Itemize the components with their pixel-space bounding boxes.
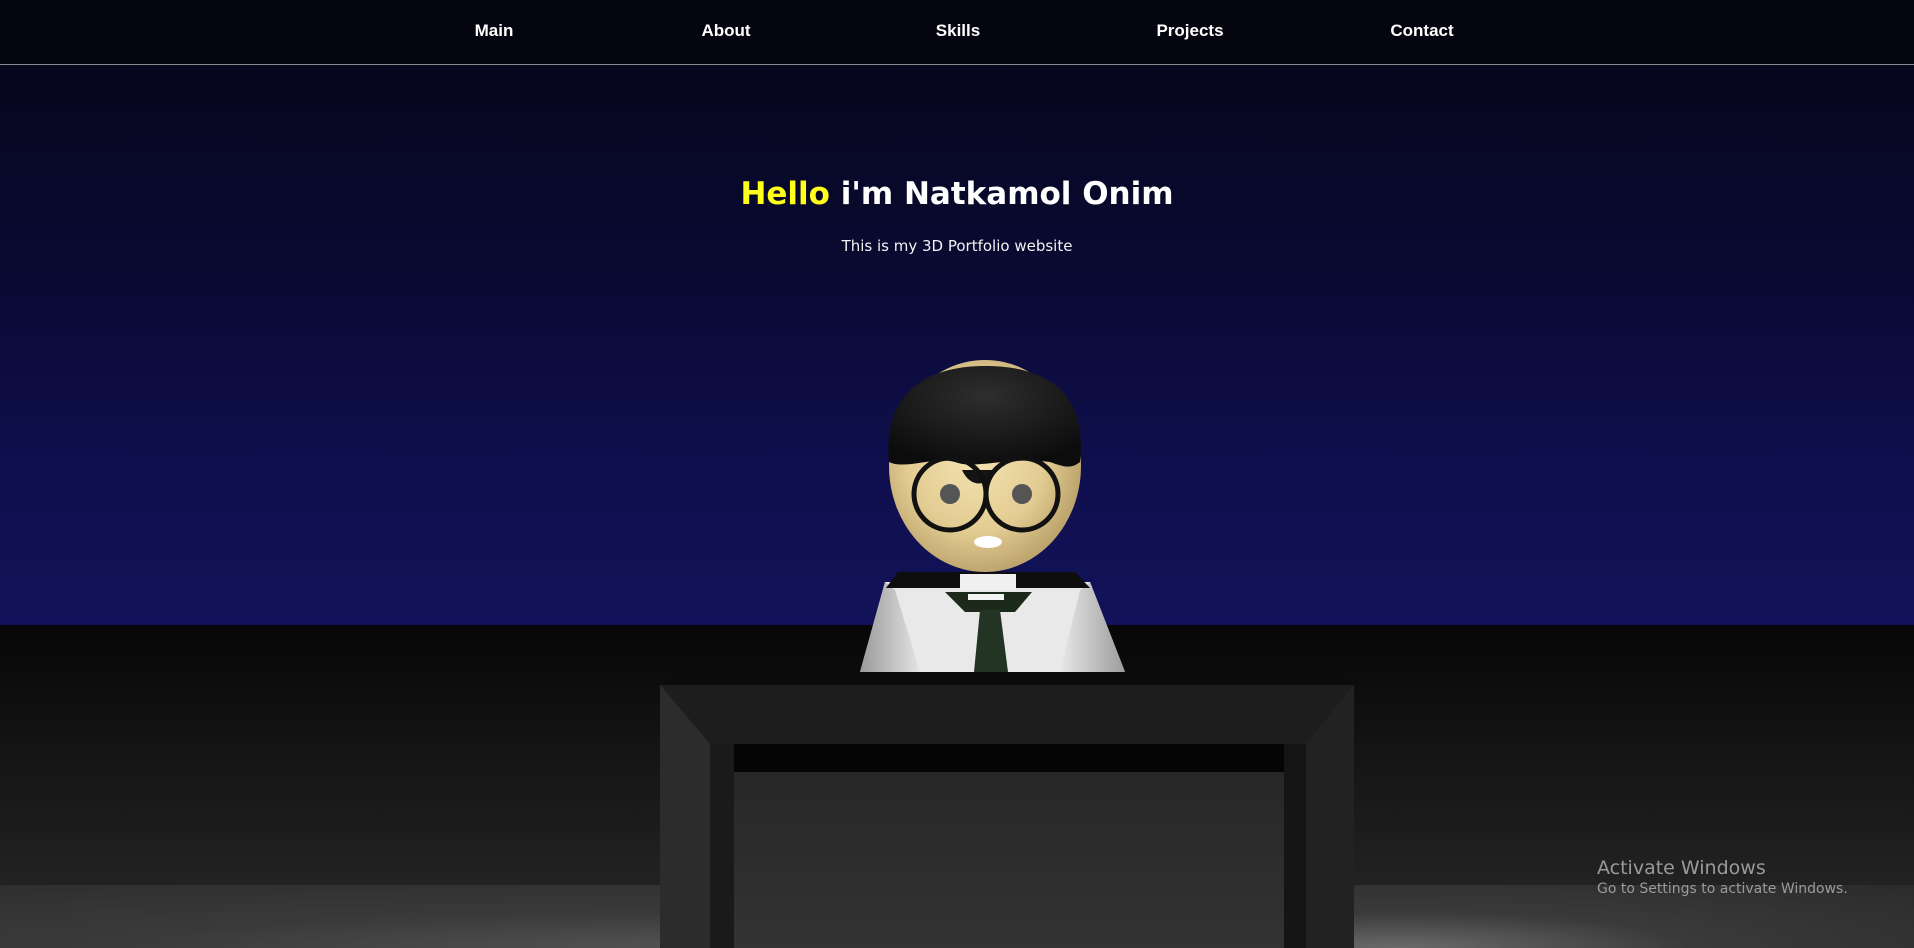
activate-windows-watermark: Activate Windows Go to Settings to activ… [1597, 857, 1848, 897]
3d-scene[interactable] [0, 0, 1914, 948]
character-hair [888, 366, 1081, 467]
character-avatar [860, 360, 1125, 672]
computer-monitor [660, 672, 1354, 948]
watermark-title: Activate Windows [1597, 857, 1766, 879]
monitor-screen [734, 772, 1284, 948]
watermark-subtitle: Go to Settings to activate Windows. [1597, 881, 1848, 897]
